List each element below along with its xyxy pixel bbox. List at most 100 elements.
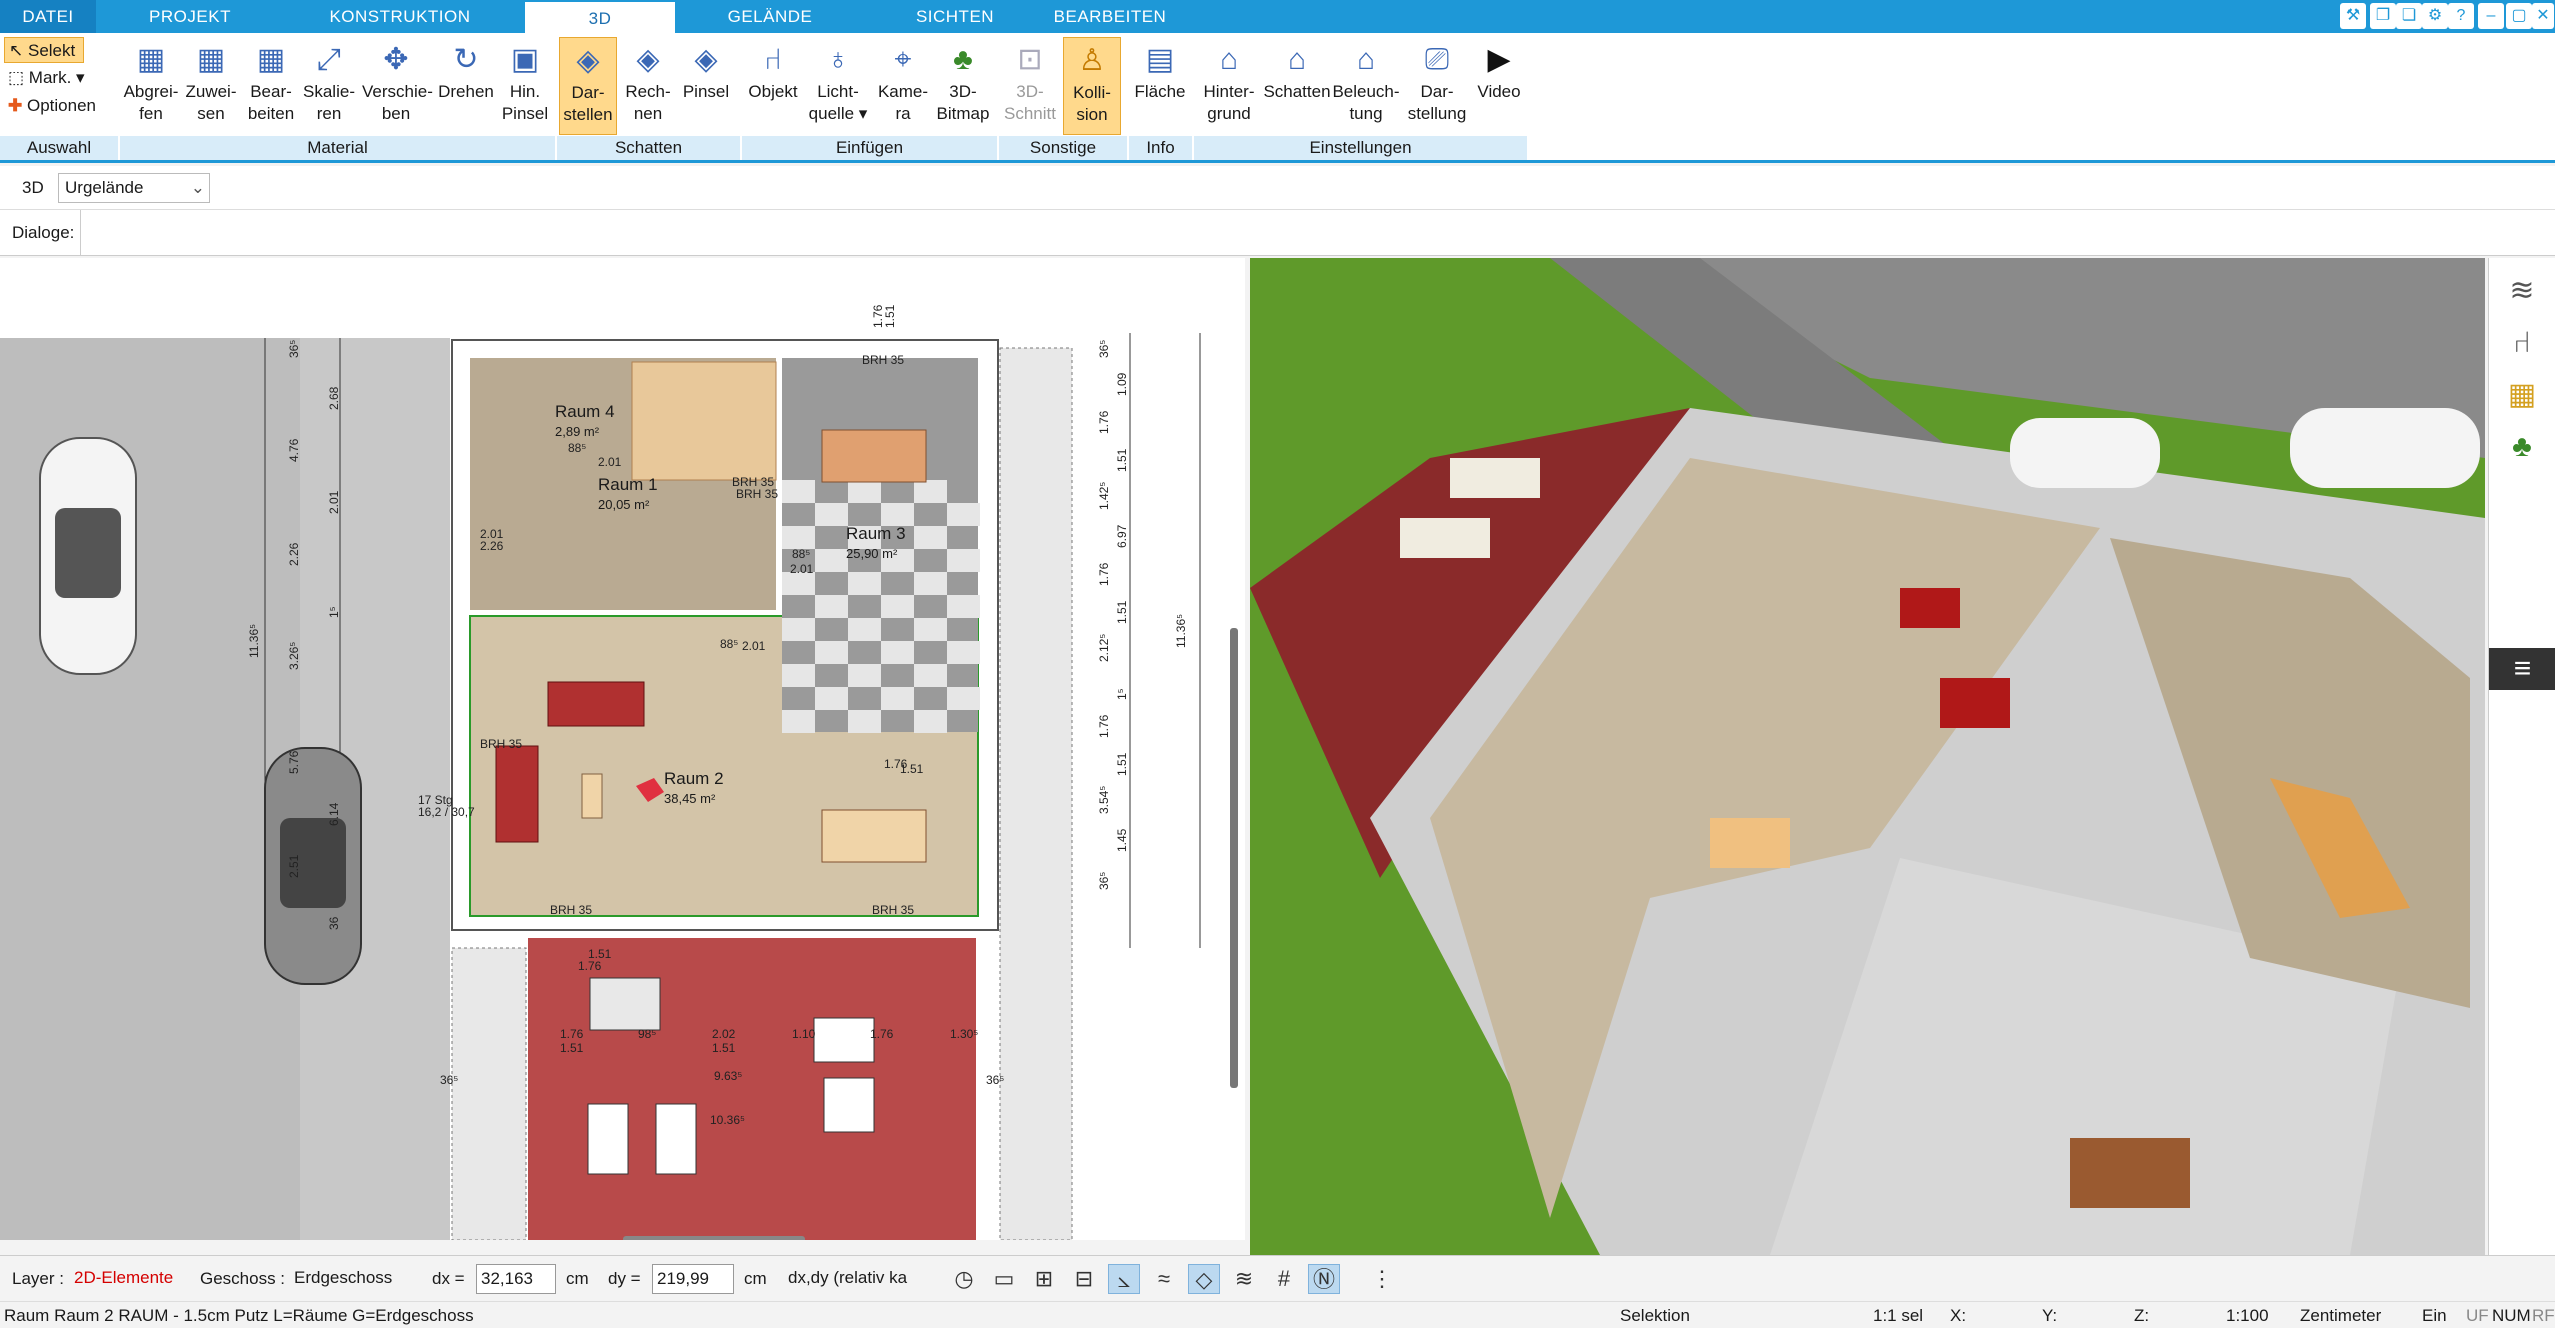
side-toolbar: ≋ ⑁ ▦ ♣ ≡ <box>2488 258 2555 1255</box>
dimension-icon[interactable]: ⊟ <box>1068 1264 1100 1294</box>
verschieben-button[interactable]: ✥ Verschie-ben <box>362 37 433 135</box>
beleuchtung-button[interactable]: ⌂ Beleuch-tung <box>1330 37 1402 135</box>
kollision-button[interactable]: ♙ Kolli-sion <box>1063 37 1121 135</box>
hintergrund-button[interactable]: ⌂ Hinter-grund <box>1198 37 1260 135</box>
flaeche-button[interactable]: ▤ Fläche <box>1131 37 1189 135</box>
layers-icon[interactable]: ≋ <box>2501 270 2543 312</box>
group-schatten: ◈ Dar-stellen ◈ Rech-nen ◈ Pinsel Schatten <box>557 33 740 163</box>
floor-plan-view[interactable]: Raum 4 2,89 m² Raum 1 20,05 m² Raum 3 25… <box>0 258 1245 1244</box>
camera-icon: ⌖ <box>894 43 912 76</box>
tab-datei[interactable]: DATEI <box>0 0 96 33</box>
3d-render-canvas[interactable] <box>1250 258 2485 1255</box>
dimension-label: 2.12⁵ <box>1097 634 1111 662</box>
tree-icon: ♣ <box>953 43 973 76</box>
terrace-table <box>813 1017 875 1063</box>
lichtquelle-button[interactable]: ♁ Licht-quelle ▾ <box>806 37 870 135</box>
tab-3d[interactable]: 3D <box>525 0 675 33</box>
help-icon[interactable]: ? <box>2448 3 2474 29</box>
dimension-label: 2.26 <box>287 542 301 566</box>
window-restore-icon[interactable]: ❐ <box>2370 3 2396 29</box>
dy-input[interactable]: 219,99 <box>652 1264 734 1294</box>
more-options-icon[interactable]: ⋮ <box>1366 1264 1398 1294</box>
optionen-label: Optionen <box>26 96 96 115</box>
close-icon[interactable]: ✕ <box>2532 3 2554 29</box>
car-white-windows <box>55 508 121 598</box>
zuweisen-button[interactable]: ▦ Zuwei-sen <box>182 37 240 135</box>
rechnen-label-1: Rech- <box>625 82 671 101</box>
dimension-label: 1.09 <box>1115 372 1129 396</box>
dimension-label: 2.01 <box>327 490 341 514</box>
dx-input[interactable]: 32,163 <box>476 1264 556 1294</box>
darstellen-button[interactable]: ◈ Dar-stellen <box>559 37 617 135</box>
tools-icon[interactable]: ⚒ <box>2340 3 2366 29</box>
tab-sichten[interactable]: SICHTEN <box>905 0 1005 33</box>
layer-toggle-icon[interactable]: ◇ <box>1188 1264 1220 1294</box>
monitor-icon[interactable]: ▭ <box>988 1264 1020 1294</box>
schatten-pinsel-button[interactable]: ◈ Pinsel <box>677 37 735 135</box>
settings-icon[interactable]: ⚙ <box>2422 3 2448 29</box>
kamera-button[interactable]: ⌖ Kame-ra <box>874 37 932 135</box>
beleuchtung-label-2: tung <box>1349 104 1383 123</box>
checker-tile <box>848 618 881 641</box>
hin-pinsel-button[interactable]: ▣ Hin. Pinsel <box>496 37 554 135</box>
tab-bearbeiten[interactable]: BEARBEITEN <box>1050 0 1170 33</box>
panel-menu-icon[interactable]: ≡ <box>2489 648 2555 690</box>
terrain-select[interactable]: Urgelände ⌄ <box>58 173 210 203</box>
layer-select[interactable]: 2D-Elemente <box>70 1264 185 1294</box>
dimension-label: 2.51 <box>287 854 301 878</box>
video-button[interactable]: ▶ Video <box>1470 37 1528 135</box>
dimension-label: 1.51 <box>883 304 897 328</box>
3d-bitmap-label-2: Bitmap <box>936 104 990 123</box>
geschoss-select[interactable]: Erdgeschoss <box>290 1264 402 1294</box>
mark-button[interactable]: ⬚ Mark. ▾ <box>4 65 85 91</box>
minimize-icon[interactable]: – <box>2478 3 2504 29</box>
bearbeiten-button[interactable]: ▦ Bear-beiten <box>242 37 300 135</box>
dimension-label: 5.76 <box>287 750 301 774</box>
skalieren-button[interactable]: ⤢ Skalie-ren <box>300 37 358 135</box>
lighting-house-icon: ⌂ <box>1356 43 1376 76</box>
tab-konstruktion[interactable]: KONSTRUKTION <box>320 0 480 33</box>
3d-view[interactable] <box>1250 258 2485 1255</box>
maximize-icon[interactable]: ▢ <box>2506 3 2532 29</box>
drehen-button[interactable]: ↻ Drehen <box>434 37 498 135</box>
vertical-scrollbar-thumb[interactable] <box>1230 628 1238 1088</box>
window-stack-icon[interactable]: ❏ <box>2396 3 2422 29</box>
einst-schatten-button[interactable]: ⌂ Schatten <box>1262 37 1332 135</box>
view-options-row: 3D Urgelände ⌄ <box>0 166 2555 210</box>
hedge-left <box>451 947 527 1241</box>
dimension-label: 11.36⁵ <box>247 624 261 658</box>
room-name: Raum 2 <box>664 769 724 788</box>
snap-grid-icon[interactable]: ⊞ <box>1028 1264 1060 1294</box>
grid-icon[interactable]: # <box>1268 1264 1300 1294</box>
group-einstellungen: ⌂ Hinter-grund ⌂ Schatten ⌂ Beleuch-tung ⎚ D… <box>1194 33 1527 163</box>
objekt-button[interactable]: ⑁ Objekt <box>744 37 802 135</box>
darstellung-button[interactable]: ⎚ Dar-stellung <box>1402 37 1472 135</box>
checker-tile <box>815 503 848 526</box>
tab-gelaende[interactable]: GELÄNDE <box>720 0 820 33</box>
cube-brush-icon: ◈ <box>694 43 718 76</box>
horizontal-scrollbar-thumb[interactable] <box>623 1236 805 1244</box>
tab-projekt[interactable]: PROJEKT <box>130 0 250 33</box>
plants-tree-icon[interactable]: ♣ <box>2501 426 2543 468</box>
material-palette-icon[interactable]: ▦ <box>2501 374 2543 416</box>
chair-library-icon[interactable]: ⑁ <box>2501 322 2543 364</box>
dimension-label: BRH 35 <box>862 353 904 367</box>
app-window: DATEI PROJEKT KONSTRUKTION 3D GELÄNDE SI… <box>0 0 2555 1328</box>
clock-icon[interactable]: ◷ <box>948 1264 980 1294</box>
3d-bitmap-button[interactable]: ♣ 3D- Bitmap <box>934 37 992 135</box>
abgreifen-button[interactable]: ▦ Abgrei-fen <box>122 37 180 135</box>
dialog-row: Dialoge: <box>0 210 2555 256</box>
rechnen-button[interactable]: ◈ Rech-nen <box>619 37 677 135</box>
3d-schnitt-button[interactable]: ⊡ 3D- Schnitt <box>1001 37 1059 135</box>
cube-shadow-icon: ◈ <box>576 44 600 77</box>
room-area: 20,05 m² <box>598 497 650 512</box>
north-icon[interactable]: Ⓝ <box>1308 1264 1340 1294</box>
floor-plan-canvas[interactable]: Raum 4 2,89 m² Raum 1 20,05 m² Raum 3 25… <box>0 258 1245 1244</box>
ortho-icon[interactable]: ≈ <box>1148 1264 1180 1294</box>
selekt-button[interactable]: ↖ Selekt <box>4 37 84 63</box>
coordinate-mode-select[interactable]: dx,dy (relativ ka <box>784 1264 930 1294</box>
scale-readout: 1:100 <box>2226 1306 2269 1325</box>
wave-icon[interactable]: ≋ <box>1228 1264 1260 1294</box>
optionen-button[interactable]: ✚ Optionen <box>4 93 96 119</box>
angle-snap-icon[interactable]: ⦣ <box>1108 1264 1140 1294</box>
